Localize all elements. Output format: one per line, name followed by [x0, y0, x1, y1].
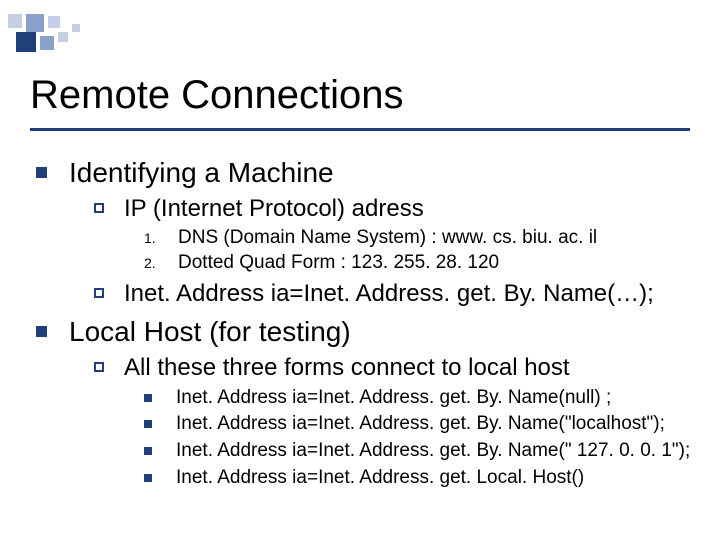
level3-text: Inet. Address ia=Inet. Address. get. By.… — [176, 386, 611, 410]
level3-text: Inet. Address ia=Inet. Address. get. Loc… — [176, 466, 584, 490]
numbered-item: 1. DNS (Domain Name System) : www. cs. b… — [144, 226, 700, 250]
deco-square — [48, 16, 60, 28]
level1-text: Identifying a Machine — [69, 156, 334, 190]
level2-text: All these three forms connect to local h… — [124, 353, 570, 383]
level3-text: DNS (Domain Name System) : www. cs. biu.… — [178, 226, 597, 250]
hollow-square-bullet-icon — [94, 362, 104, 372]
item-number: 1. — [144, 230, 178, 246]
square-bullet-icon — [144, 420, 152, 428]
bullet-level1: Local Host (for testing) — [36, 315, 700, 349]
deco-square — [16, 32, 36, 52]
hollow-square-bullet-icon — [94, 203, 104, 213]
bullet-level2: IP (Internet Protocol) adress — [94, 194, 700, 224]
bullet-level1: Identifying a Machine — [36, 156, 700, 190]
bullet-level3: Inet. Address ia=Inet. Address. get. By.… — [144, 386, 700, 410]
deco-square — [8, 14, 22, 28]
bullet-level3: Inet. Address ia=Inet. Address. get. By.… — [144, 439, 700, 463]
square-bullet-icon — [36, 326, 47, 337]
deco-square — [40, 36, 54, 50]
square-bullet-icon — [36, 167, 47, 178]
square-bullet-icon — [144, 474, 152, 482]
bullet-level2: All these three forms connect to local h… — [94, 353, 700, 383]
level3-text: Dotted Quad Form : 123. 255. 28. 120 — [178, 251, 499, 275]
deco-square — [72, 24, 80, 32]
title-underline — [30, 128, 690, 131]
slide-title: Remote Connections — [30, 74, 690, 116]
square-bullet-icon — [144, 394, 152, 402]
deco-square — [26, 14, 44, 32]
deco-square — [58, 32, 68, 42]
numbered-item: 2. Dotted Quad Form : 123. 255. 28. 120 — [144, 251, 700, 275]
corner-decoration — [8, 14, 118, 56]
hollow-square-bullet-icon — [94, 288, 104, 298]
level3-text: Inet. Address ia=Inet. Address. get. By.… — [176, 412, 665, 436]
bullet-level2: Inet. Address ia=Inet. Address. get. By.… — [94, 279, 700, 309]
square-bullet-icon — [144, 447, 152, 455]
bullet-level3: Inet. Address ia=Inet. Address. get. By.… — [144, 412, 700, 436]
level2-text: IP (Internet Protocol) adress — [124, 194, 424, 224]
slide: Remote Connections Identifying a Machine… — [0, 0, 720, 540]
slide-content: Identifying a Machine IP (Internet Proto… — [36, 150, 700, 490]
item-number: 2. — [144, 255, 178, 271]
level3-text: Inet. Address ia=Inet. Address. get. By.… — [176, 439, 690, 463]
level2-text: Inet. Address ia=Inet. Address. get. By.… — [124, 279, 654, 309]
bullet-level3: Inet. Address ia=Inet. Address. get. Loc… — [144, 466, 700, 490]
level1-text: Local Host (for testing) — [69, 315, 351, 349]
